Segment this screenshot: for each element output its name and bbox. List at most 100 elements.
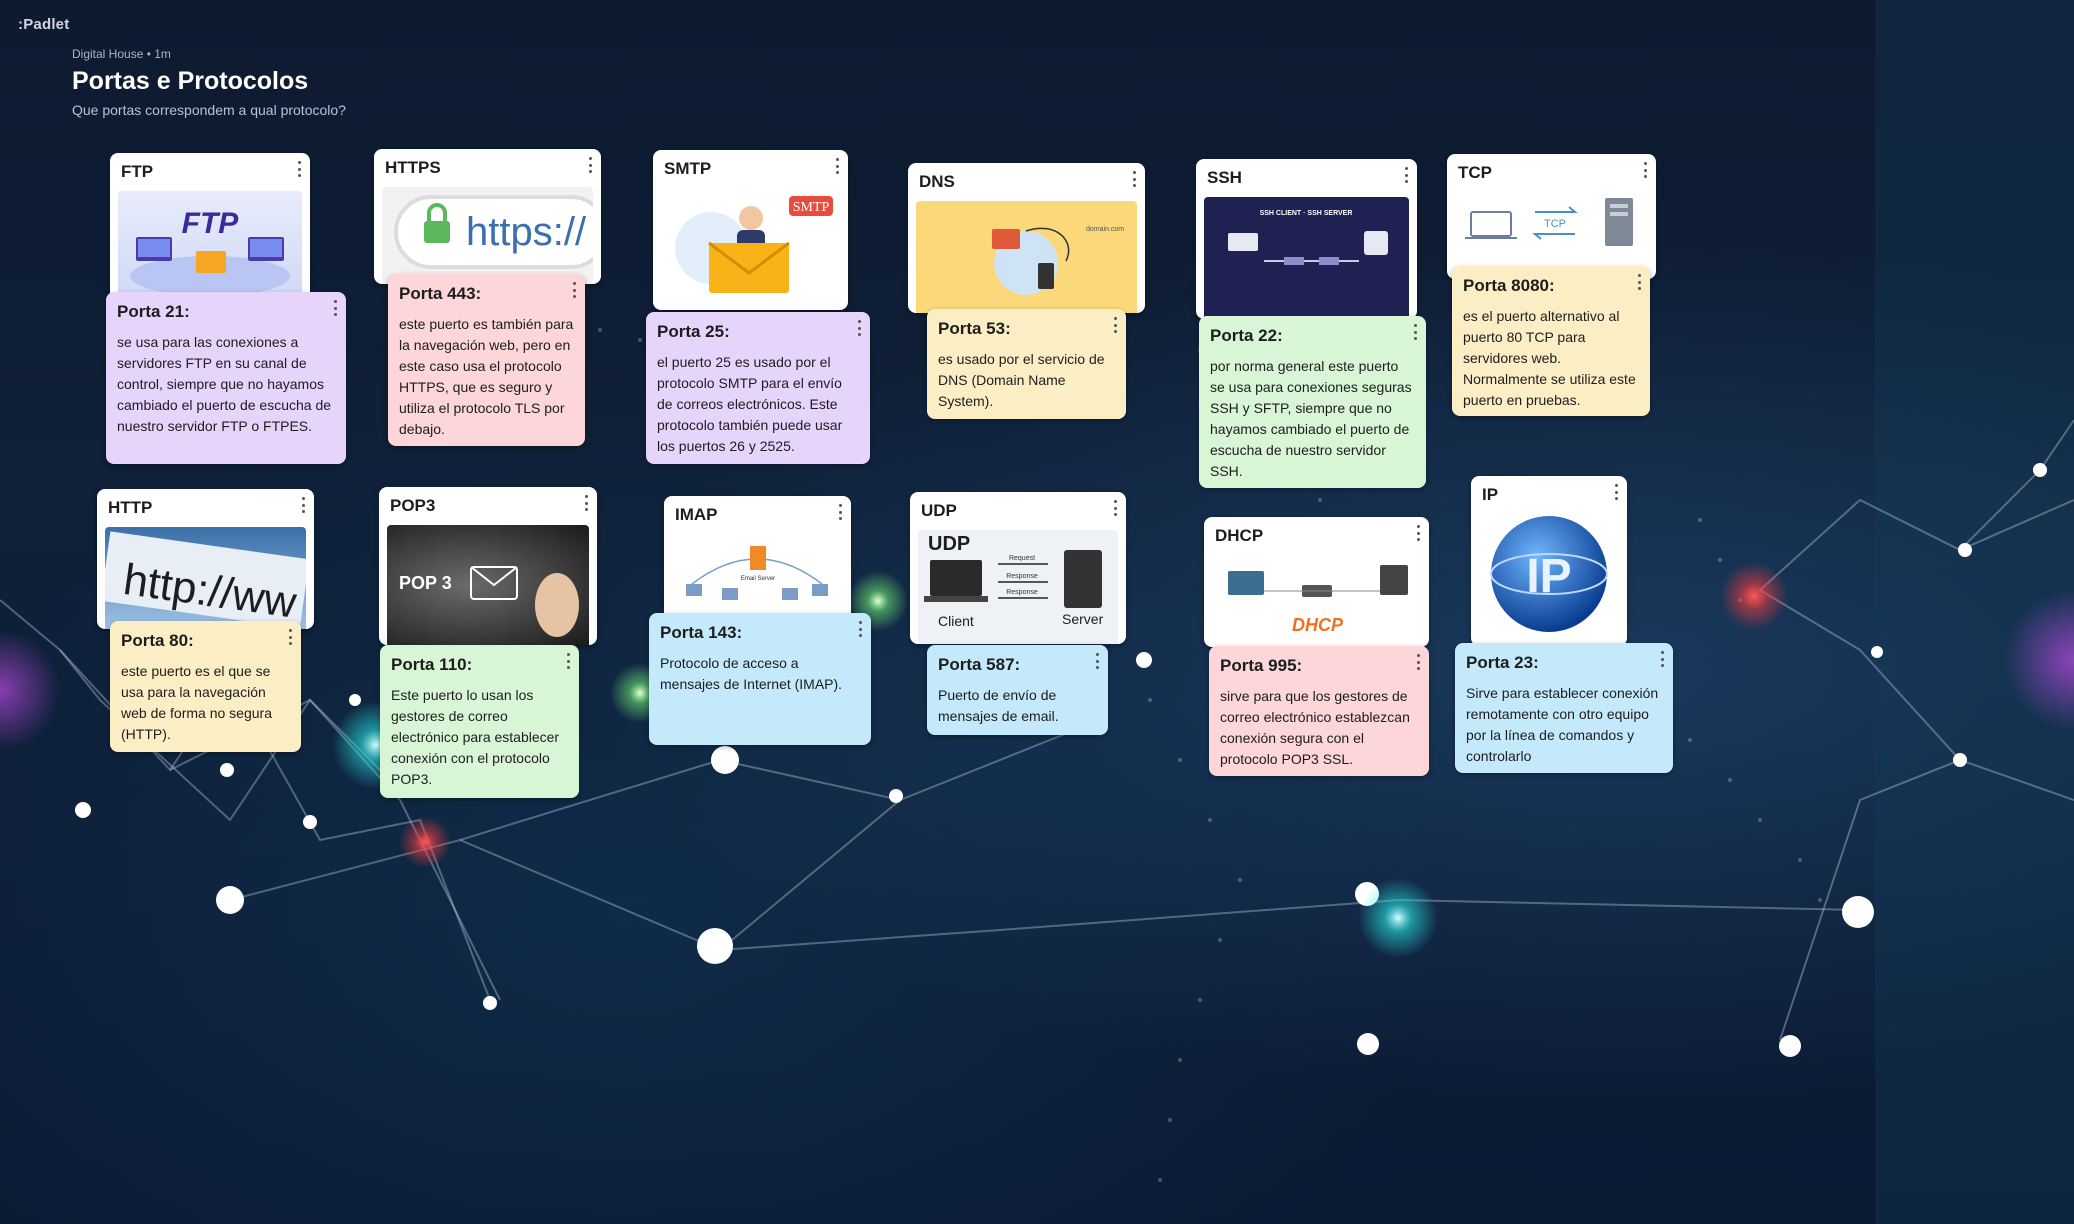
more-options-icon[interactable] <box>837 504 843 520</box>
pop3-image-text: POP 3 <box>399 573 452 593</box>
card-title: HTTP <box>108 498 153 517</box>
dhcp-image-text: DHCP <box>1292 615 1344 635</box>
more-options-icon[interactable] <box>1659 651 1665 667</box>
card-title: IP <box>1482 485 1499 504</box>
note-porta-8080[interactable]: Porta 8080: es el puerto alternativo al … <box>1452 266 1650 416</box>
dns-image: domain.com <box>916 201 1137 313</box>
more-options-icon[interactable] <box>856 320 862 336</box>
brand-name: Padlet <box>23 16 70 33</box>
note-porta-80[interactable]: Porta 80: este puerto es el que se usa p… <box>110 621 301 752</box>
note-body: por norma general este puerto se usa par… <box>1210 358 1412 479</box>
note-porta-587[interactable]: Porta 587: Puerto de envío de mensajes d… <box>927 645 1108 735</box>
more-options-icon[interactable] <box>1415 525 1421 541</box>
more-options-icon[interactable] <box>1403 167 1409 183</box>
note-title: Porta 143: <box>660 623 743 642</box>
more-options-icon[interactable] <box>1636 274 1642 290</box>
note-title: Porta 80: <box>121 631 194 650</box>
card-pop3[interactable]: POP3 POP 3 <box>379 487 597 645</box>
card-ftp[interactable]: FTP FTP <box>110 153 310 303</box>
more-options-icon[interactable] <box>857 621 863 637</box>
more-options-icon[interactable] <box>296 161 302 177</box>
note-title: Porta 23: <box>1466 653 1539 672</box>
card-ip[interactable]: IP IP <box>1471 476 1627 646</box>
more-options-icon[interactable] <box>1412 324 1418 340</box>
note-body: este puerto es también para la navegació… <box>399 316 574 437</box>
note-title: Porta 8080: <box>1463 276 1555 295</box>
card-dns[interactable]: DNS domain.com <box>908 163 1145 313</box>
more-options-icon[interactable] <box>1112 317 1118 333</box>
card-title: DNS <box>919 172 955 191</box>
more-options-icon[interactable] <box>287 629 293 645</box>
card-https[interactable]: HTTPS https:// <box>374 149 601 284</box>
udp-request-label: Request <box>1009 555 1035 562</box>
note-title: Porta 587: <box>938 655 1021 674</box>
note-title: Porta 22: <box>1210 326 1283 345</box>
more-options-icon[interactable] <box>1131 171 1137 187</box>
padlet-logo[interactable]: :Padlet <box>18 16 69 33</box>
note-porta-21[interactable]: Porta 21: se usa para las conexiones a s… <box>106 292 346 464</box>
more-options-icon[interactable] <box>1112 500 1118 516</box>
card-udp[interactable]: UDP UDP Request Response Response Client… <box>910 492 1126 644</box>
https-image-text: https:// <box>466 210 587 254</box>
board-title: Portas e Protocolos <box>72 67 309 95</box>
card-title: DHCP <box>1215 526 1264 545</box>
pop3-image: POP 3 <box>387 525 589 645</box>
card-title: HTTPS <box>385 158 441 177</box>
more-options-icon[interactable] <box>1094 653 1100 669</box>
note-body: este puerto es el que se usa para la nav… <box>121 663 272 742</box>
note-porta-53[interactable]: Porta 53: es usado por el servicio de DN… <box>927 309 1126 419</box>
udp-client-label: Client <box>938 613 974 629</box>
more-options-icon[interactable] <box>583 495 589 511</box>
card-title: TCP <box>1458 163 1492 182</box>
note-porta-995[interactable]: Porta 995: sirve para que los gestores d… <box>1209 646 1429 776</box>
ip-image-text: IP <box>1526 550 1571 603</box>
http-image: http://ww <box>105 527 306 629</box>
card-title: IMAP <box>675 505 718 524</box>
card-title: SSH <box>1207 168 1242 187</box>
ip-image: IP <box>1479 514 1619 646</box>
card-title: POP3 <box>390 496 436 515</box>
note-porta-23[interactable]: Porta 23: Sirve para establecer conexión… <box>1455 643 1673 773</box>
udp-image-text: UDP <box>928 533 970 555</box>
udp-response-label: Response <box>1006 573 1038 580</box>
ftp-image-text: FTP <box>182 207 240 240</box>
smtp-image-text: SMTP <box>793 200 830 215</box>
https-image: https:// <box>382 187 593 284</box>
note-body: Sirve para establecer conexión remotamen… <box>1466 685 1659 764</box>
note-porta-22[interactable]: Porta 22: por norma general este puerto … <box>1199 316 1426 488</box>
note-title: Porta 995: <box>1220 656 1303 675</box>
more-options-icon[interactable] <box>834 158 840 174</box>
card-smtp[interactable]: SMTP SMTP <box>653 150 848 310</box>
card-imap[interactable]: IMAP Email Server <box>664 496 851 621</box>
card-dhcp[interactable]: DHCP DHCP <box>1204 517 1429 647</box>
note-porta-110[interactable]: Porta 110: Este puerto lo usan los gesto… <box>380 645 579 798</box>
more-options-icon[interactable] <box>332 300 338 316</box>
card-title: SMTP <box>664 159 712 178</box>
more-options-icon[interactable] <box>1415 654 1421 670</box>
imap-image-text: Email Server <box>741 576 775 582</box>
ssh-image: SSH CLIENT · SSH SERVER <box>1204 197 1409 319</box>
more-options-icon[interactable] <box>1642 162 1648 178</box>
card-title: FTP <box>121 162 154 181</box>
more-options-icon[interactable] <box>587 157 593 173</box>
more-options-icon[interactable] <box>571 282 577 298</box>
card-tcp[interactable]: TCP TCP <box>1447 154 1656 279</box>
note-body: se usa para las conexiones a servidores … <box>117 334 332 434</box>
more-options-icon[interactable] <box>565 653 571 669</box>
card-ssh[interactable]: SSH SSH CLIENT · SSH SERVER <box>1196 159 1417 319</box>
udp-server-label: Server <box>1062 611 1104 627</box>
note-porta-143[interactable]: Porta 143: Protocolo de acceso a mensaje… <box>649 613 871 745</box>
note-porta-25[interactable]: Porta 25: el puerto 25 es usado por el p… <box>646 312 870 464</box>
udp-response-label-2: Response <box>1006 589 1038 596</box>
note-title: Porta 21: <box>117 302 190 321</box>
note-title: Porta 110: <box>391 655 473 674</box>
ftp-image: FTP <box>118 191 302 303</box>
more-options-icon[interactable] <box>300 497 306 513</box>
board-header: Digital House • 1m Portas e Protocolos Q… <box>72 47 346 118</box>
note-title: Porta 53: <box>938 319 1011 338</box>
dhcp-image: DHCP <box>1212 555 1421 647</box>
more-options-icon[interactable] <box>1613 484 1619 500</box>
note-body: es el puerto alternativo al puerto 80 TC… <box>1463 308 1636 408</box>
card-http[interactable]: HTTP http://ww <box>97 489 314 629</box>
note-porta-443[interactable]: Porta 443: este puerto es también para l… <box>388 274 585 446</box>
